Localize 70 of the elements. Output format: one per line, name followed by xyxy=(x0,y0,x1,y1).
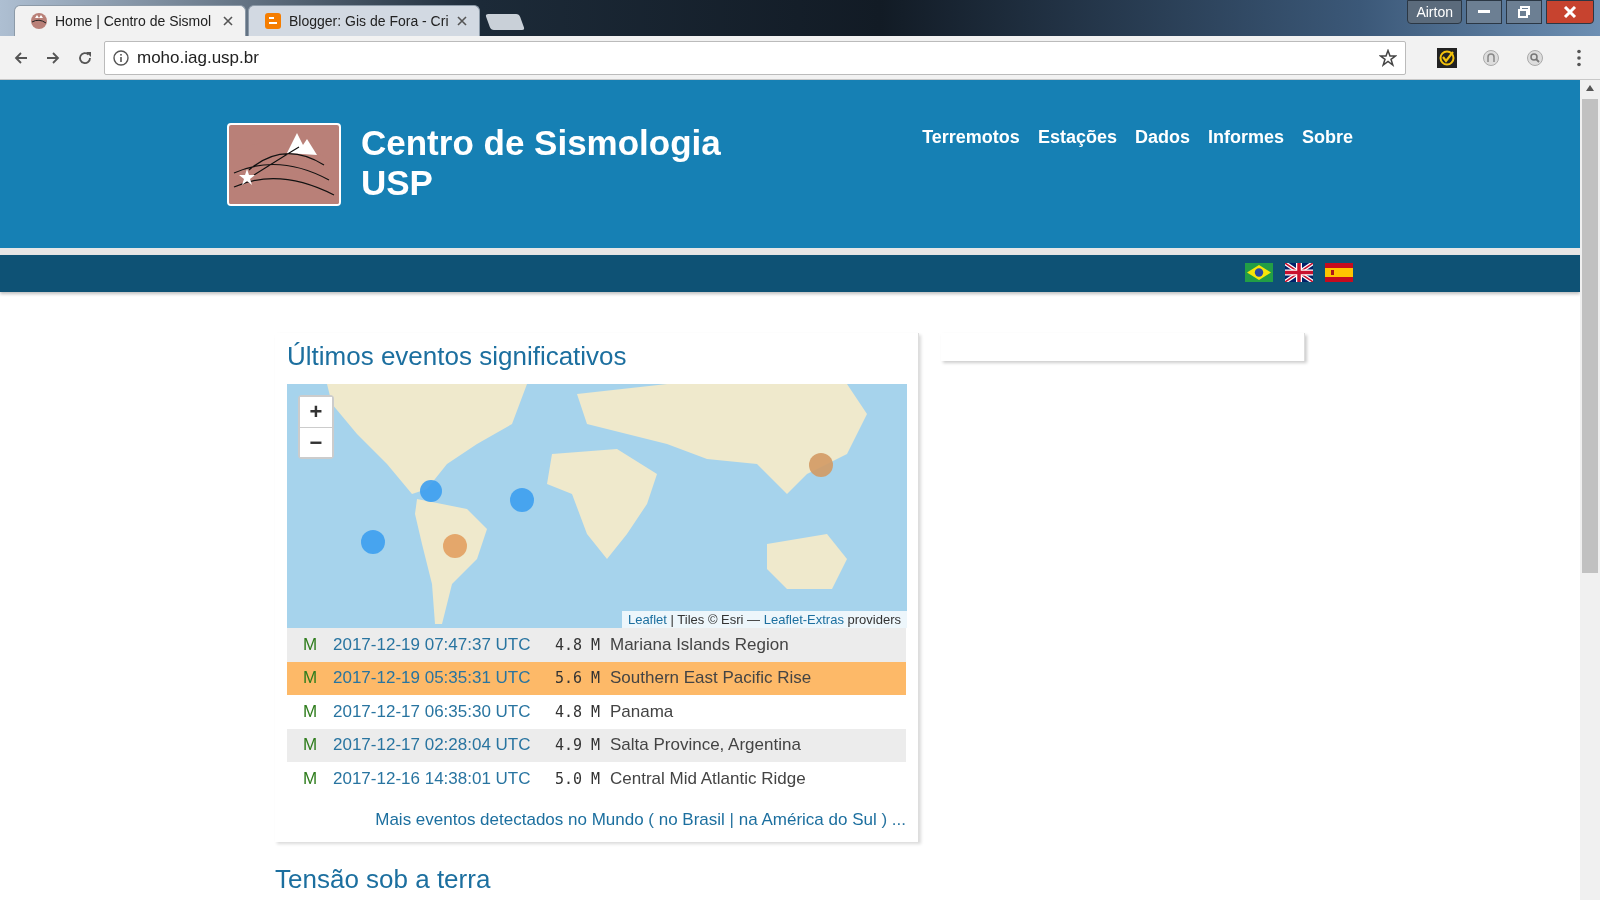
event-time[interactable]: 2017-12-16 14:38:01 UTC xyxy=(333,768,555,789)
new-tab-button[interactable] xyxy=(485,14,525,30)
checkmark-circle-icon[interactable] xyxy=(1437,47,1457,68)
event-region: Salta Province, Argentina xyxy=(610,735,801,756)
link[interactable]: Leaflet xyxy=(627,612,667,627)
back-arrow-icon[interactable] xyxy=(13,49,29,66)
link[interactable]: Leaflet-Extras xyxy=(763,612,844,627)
menu-icon[interactable] xyxy=(1577,48,1581,67)
forward-arrow-icon[interactable] xyxy=(45,49,61,66)
seismology-logo-icon xyxy=(31,13,47,29)
link[interactable]: no Brasil xyxy=(658,809,725,829)
reload-icon[interactable] xyxy=(77,49,93,66)
more-events-text: Mais eventos detectados no Mundo ( no Brasil | na América do Sul ) ... xyxy=(374,809,906,830)
event-magnitude: 4.8 M xyxy=(555,635,602,654)
magnifier-icon[interactable] xyxy=(1526,48,1544,67)
link[interactable]: Mais eventos detectados no Mundo xyxy=(375,809,644,829)
close-icon[interactable] xyxy=(223,16,233,26)
up-arrow-icon[interactable] xyxy=(1586,85,1594,91)
restore-icon xyxy=(1518,6,1530,18)
event-region: Panama xyxy=(610,701,674,722)
minimize-icon xyxy=(1478,10,1490,14)
event-row[interactable]: M 2017-12-17 06:35:30 UTC 4.8 M Panama xyxy=(287,695,906,729)
close-icon[interactable] xyxy=(457,16,467,26)
blogger-b-icon xyxy=(265,13,281,29)
close-button[interactable] xyxy=(1546,0,1594,24)
event-time[interactable]: 2017-12-19 05:35:31 UTC xyxy=(333,668,555,689)
close-icon xyxy=(1563,6,1577,18)
event-row[interactable]: M 2017-12-17 02:28:04 UTC 4.9 M Salta Province, Argentina xyxy=(287,728,906,762)
spain-flag-icon[interactable] xyxy=(1325,263,1353,282)
star-icon[interactable] xyxy=(1379,48,1397,67)
event-time[interactable]: 2017-12-17 06:35:30 UTC xyxy=(333,701,555,722)
address-bar[interactable]: moho.iag.usp.br xyxy=(104,40,1406,75)
event-time[interactable]: 2017-12-17 02:28:04 UTC xyxy=(333,735,555,756)
browser-tab[interactable]: Blogger: Gis de Fora - Cri xyxy=(248,5,480,36)
event-magnitude: 5.0 M xyxy=(555,769,602,788)
nav-link[interactable]: Dados xyxy=(1134,127,1190,151)
event-region: Mariana Islands Region xyxy=(610,634,789,655)
magnitude-type: M xyxy=(301,634,319,655)
section-heading: Últimos eventos significativos xyxy=(287,341,628,372)
magnitude-type: M xyxy=(301,768,319,789)
map-attribution: Leaflet | Tiles © Esri — Leaflet-Extras providers xyxy=(621,611,907,628)
info-icon xyxy=(113,49,129,66)
event-time[interactable]: 2017-12-19 07:47:37 UTC xyxy=(333,634,555,655)
event-magnitude: 5.6 M xyxy=(555,669,602,688)
event-row[interactable]: M 2017-12-16 14:38:01 UTC 5.0 M Central Mid Atlantic Ridge xyxy=(287,762,906,796)
scrollbar[interactable] xyxy=(1580,80,1600,900)
event-region: Central Mid Atlantic Ridge xyxy=(610,768,806,789)
event-region: Southern East Pacific Rise xyxy=(610,668,812,689)
zoom-out-button[interactable]: − xyxy=(300,427,332,457)
browser-tab[interactable]: Home | Centro de Sismol xyxy=(14,5,246,36)
link[interactable]: na América do Sul xyxy=(738,809,877,829)
nav-link[interactable]: Sobre xyxy=(1302,127,1353,151)
event-magnitude: 4.8 M xyxy=(555,702,602,721)
seismology-logo[interactable] xyxy=(227,123,341,206)
minimize-button[interactable] xyxy=(1466,0,1502,24)
magnitude-type: M xyxy=(301,735,319,756)
magnitude-type: M xyxy=(301,668,319,689)
nav-link[interactable]: Estações xyxy=(1037,127,1117,151)
event-magnitude: 4.9 M xyxy=(555,736,602,755)
restore-button[interactable] xyxy=(1506,0,1542,24)
nav-link[interactable]: Terremotos xyxy=(922,127,1020,151)
uk-flag-icon[interactable] xyxy=(1285,263,1313,282)
site-title: Centro de Sismologia USP xyxy=(361,123,721,204)
brazil-flag-icon[interactable] xyxy=(1245,263,1273,282)
section-heading: Tensão sob a terra xyxy=(275,863,492,895)
nav-link[interactable]: Informes xyxy=(1207,127,1284,151)
event-row[interactable]: M 2017-12-19 07:47:37 UTC 4.8 M Mariana Islands Region xyxy=(287,628,906,662)
profile-button[interactable]: Airton xyxy=(1407,0,1462,24)
event-row[interactable]: M 2017-12-19 05:35:31 UTC 5.6 M Southern East Pacific Rise xyxy=(287,661,906,695)
magnitude-type: M xyxy=(301,701,319,722)
